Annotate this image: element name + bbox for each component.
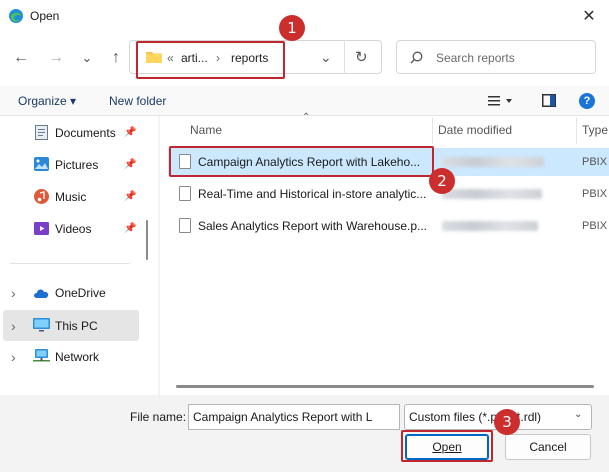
redacted-date: [442, 221, 538, 231]
expand-chevron-icon[interactable]: ›: [11, 285, 16, 301]
recent-locations-icon[interactable]: ⌄: [76, 47, 98, 69]
help-icon[interactable]: ?: [579, 93, 595, 109]
column-header-type[interactable]: Type: [582, 123, 608, 137]
new-folder-button[interactable]: New folder: [109, 94, 166, 108]
file-row[interactable]: Sales Analytics Report with Warehouse.p.…: [168, 212, 609, 240]
sort-ascending-icon: ⌃: [302, 112, 311, 123]
annotation-badge: 1: [279, 15, 305, 41]
search-input[interactable]: Search reports: [436, 51, 515, 65]
redacted-date: [442, 157, 544, 167]
file-name: Real-Time and Historical in-store analyt…: [198, 187, 427, 201]
annotation-badge: 3: [494, 409, 520, 435]
address-dropdown-icon[interactable]: ⌄: [320, 49, 332, 66]
sidebar-item-label: Pictures: [55, 158, 99, 172]
sidebar-item-music[interactable]: Music 📌: [0, 183, 158, 211]
column-header-date-modified[interactable]: Date modified: [438, 123, 512, 137]
highlight-open-button: [401, 430, 493, 462]
redacted-date: [442, 189, 542, 199]
sidebar-item-label: Music: [55, 190, 87, 204]
sidebar-item-network[interactable]: › Network: [0, 343, 158, 371]
expand-chevron-icon[interactable]: ›: [11, 349, 16, 365]
file-type: PBIX: [582, 220, 608, 232]
sidebar-item-videos[interactable]: Videos 📌: [0, 215, 158, 243]
file-type: PBIX: [582, 188, 608, 200]
sidebar-item-label: OneDrive: [55, 286, 106, 300]
cloud-icon: [34, 289, 49, 298]
annotation-badge: 2: [429, 168, 455, 194]
edge-app-icon: [9, 9, 23, 23]
file-name-input[interactable]: Campaign Analytics Report with L: [188, 404, 400, 430]
sidebar-item-onedrive[interactable]: › OneDrive: [0, 279, 158, 307]
file-row[interactable]: Real-Time and Historical in-store analyt…: [168, 180, 609, 208]
highlight-address-bar: [136, 41, 285, 79]
sidebar-item-label: Documents: [55, 126, 116, 140]
videos-icon: [34, 222, 49, 235]
pin-icon: 📌: [124, 191, 137, 202]
computer-icon: [33, 318, 50, 332]
cancel-button[interactable]: Cancel: [505, 434, 591, 460]
sidebar-item-label: This PC: [55, 319, 98, 333]
sidebar-scrollbar[interactable]: [146, 220, 148, 260]
file-name: Sales Analytics Report with Warehouse.p.…: [198, 219, 427, 233]
sidebar-item-pictures[interactable]: Pictures 📌: [0, 151, 158, 179]
back-arrow-icon[interactable]: ←: [10, 47, 32, 69]
pin-icon: 📌: [124, 159, 137, 170]
sidebar-item-label: Network: [55, 350, 100, 364]
close-icon[interactable]: ✕: [574, 3, 604, 29]
chevron-down-icon[interactable]: ⌄: [574, 409, 582, 420]
file-name-label: File name:: [130, 410, 187, 424]
sidebar-divider: [10, 263, 130, 264]
network-icon: [33, 349, 50, 362]
file-icon: [179, 186, 191, 201]
sidebar-item-label: Videos: [55, 222, 92, 236]
organize-menu[interactable]: Organize ▾: [18, 94, 76, 108]
pictures-icon: [34, 157, 49, 171]
column-separator[interactable]: [432, 118, 433, 144]
address-divider: [344, 40, 345, 74]
file-icon: [179, 218, 191, 233]
pin-icon: 📌: [124, 127, 137, 138]
music-icon: [34, 189, 49, 204]
file-type: PBIX: [582, 156, 608, 168]
window-title: Open: [30, 9, 60, 23]
column-separator[interactable]: [576, 118, 577, 144]
preview-pane-icon[interactable]: [542, 94, 556, 107]
column-header-name[interactable]: Name: [190, 123, 222, 137]
refresh-icon[interactable]: ↻: [355, 48, 368, 66]
pin-icon: 📌: [124, 223, 137, 234]
sidebar-item-documents[interactable]: Documents 📌: [0, 119, 158, 147]
documents-icon: [35, 125, 48, 140]
highlight-selected-file: [169, 146, 434, 177]
search-icon: [410, 51, 423, 64]
horizontal-scrollbar[interactable]: [176, 385, 594, 388]
up-arrow-icon[interactable]: ↑: [105, 47, 127, 69]
view-options-icon[interactable]: [488, 95, 514, 107]
forward-arrow-icon[interactable]: →: [45, 47, 67, 69]
expand-chevron-icon[interactable]: ›: [11, 318, 16, 334]
sidebar-item-this-pc[interactable]: › This PC: [3, 310, 139, 341]
